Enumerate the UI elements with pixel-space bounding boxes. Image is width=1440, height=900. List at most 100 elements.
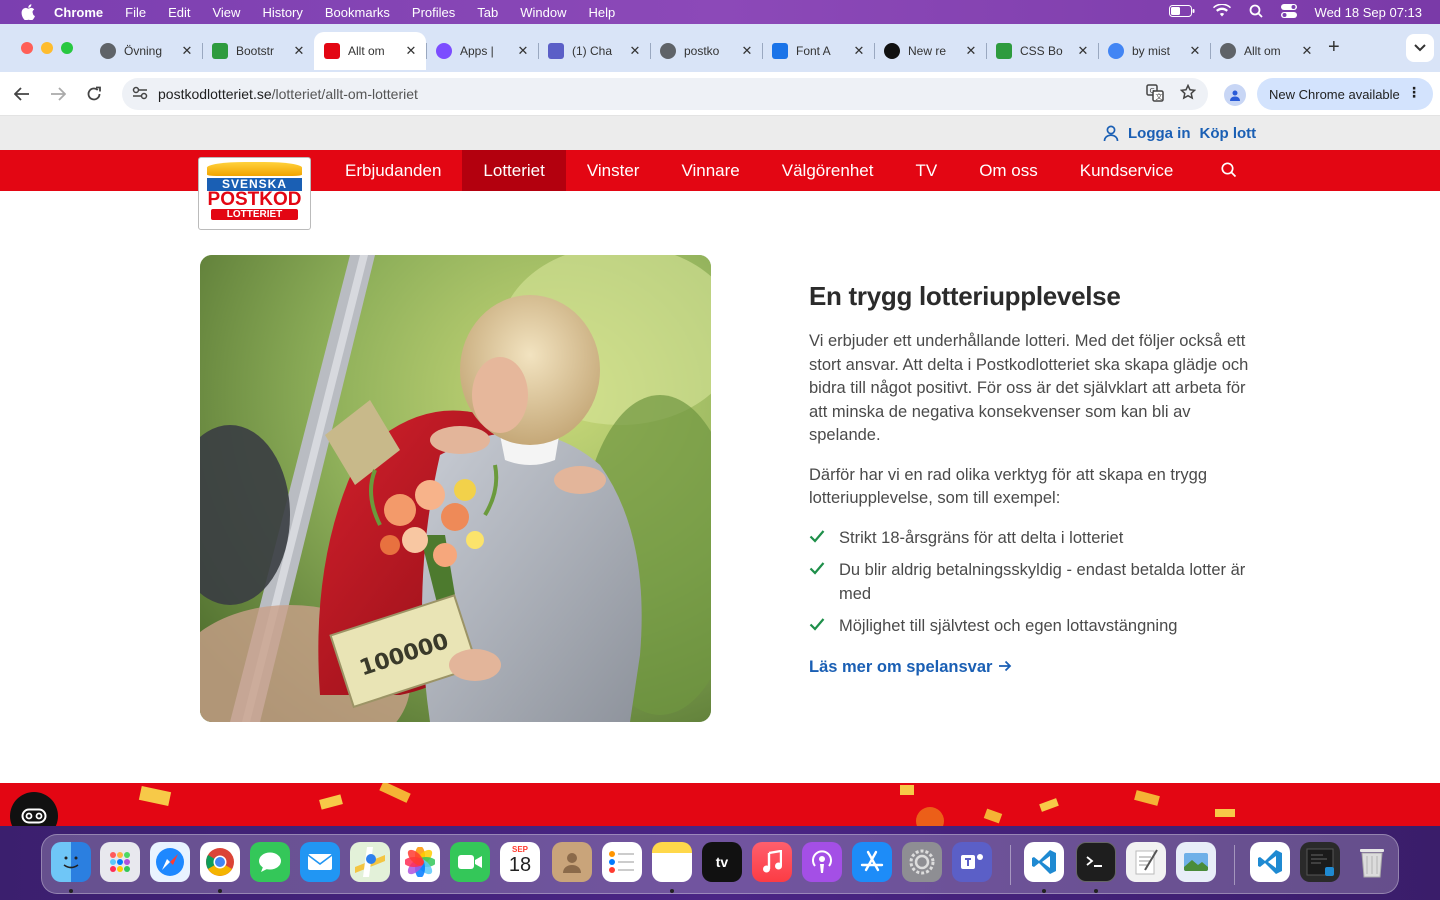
menu-history[interactable]: History: [262, 5, 302, 20]
apple-tv-icon[interactable]: tv: [702, 842, 742, 882]
reload-icon[interactable]: [82, 82, 106, 106]
browser-tab[interactable]: CSS Bo ✕: [986, 34, 1098, 68]
address-bar[interactable]: postkodlotteriet.se/lotteriet/allt-om-lo…: [122, 78, 1208, 110]
menu-help[interactable]: Help: [589, 5, 616, 20]
photos-icon[interactable]: [400, 842, 440, 882]
more-menu-icon[interactable]: ⋮: [1407, 84, 1421, 101]
menu-tab[interactable]: Tab: [477, 5, 498, 20]
close-tab-icon[interactable]: ✕: [852, 43, 866, 59]
globe-icon: [660, 43, 676, 59]
close-tab-icon[interactable]: ✕: [516, 43, 530, 59]
menu-profiles[interactable]: Profiles: [412, 5, 455, 20]
close-tab-icon[interactable]: ✕: [180, 43, 194, 59]
terminal-icon[interactable]: [1076, 842, 1116, 882]
minimize-window-button[interactable]: [41, 42, 53, 54]
close-window-button[interactable]: [21, 42, 33, 54]
chrome-window: Övning ✕ Bootstr ✕ Allt om ✕ Apps | ✕ (1) Cha ✕ po…: [0, 24, 1440, 826]
nav-link[interactable]: TV: [894, 150, 958, 191]
search-icon[interactable]: [1220, 161, 1238, 179]
launchpad-icon[interactable]: [100, 842, 140, 882]
music-icon[interactable]: [752, 842, 792, 882]
postkodlotteriet-logo[interactable]: SVENSKA POSTKOD LOTTERIET: [198, 157, 311, 230]
apple-menu-icon[interactable]: [20, 4, 36, 20]
vscode-document-icon[interactable]: [1250, 842, 1290, 882]
browser-tab[interactable]: Övning ✕: [90, 34, 202, 68]
browser-tab[interactable]: Font A ✕: [762, 34, 874, 68]
podcasts-icon[interactable]: [802, 842, 842, 882]
control-center-icon[interactable]: [1280, 3, 1297, 21]
close-tab-icon[interactable]: ✕: [964, 43, 978, 59]
site-info-icon[interactable]: [130, 86, 150, 103]
vscode-icon[interactable]: [1024, 842, 1064, 882]
browser-tab[interactable]: Allt om ✕: [1210, 34, 1322, 68]
nav-link[interactable]: Om oss: [958, 150, 1059, 191]
article-paragraph-2: Därför har vi en rad olika verktyg för a…: [809, 465, 1208, 508]
new-tab-button[interactable]: +: [1328, 36, 1340, 59]
menu-edit[interactable]: Edit: [168, 5, 190, 20]
close-tab-icon[interactable]: ✕: [292, 43, 306, 59]
browser-tab[interactable]: (1) Cha ✕: [538, 34, 650, 68]
preview-icon[interactable]: [1176, 842, 1216, 882]
menu-app-name[interactable]: Chrome: [54, 5, 103, 20]
contacts-icon[interactable]: [552, 842, 592, 882]
calendar-icon[interactable]: SEP 18: [500, 842, 540, 882]
article-content: En trygg lotteriupplevelse Vi erbjuder e…: [809, 281, 1249, 677]
textedit-icon[interactable]: [1126, 842, 1166, 882]
close-tab-icon[interactable]: ✕: [404, 43, 418, 59]
app-store-icon[interactable]: [852, 842, 892, 882]
browser-tab[interactable]: Bootstr ✕: [202, 34, 314, 68]
nav-link[interactable]: Kundservice: [1059, 150, 1195, 191]
close-tab-icon[interactable]: ✕: [740, 43, 754, 59]
maps-icon[interactable]: [350, 842, 390, 882]
menu-view[interactable]: View: [212, 5, 240, 20]
browser-tab[interactable]: postko ✕: [650, 34, 762, 68]
wifi-icon[interactable]: [1212, 3, 1231, 20]
safari-icon[interactable]: [150, 842, 190, 882]
nav-link[interactable]: Lotteriet: [462, 150, 566, 191]
close-tab-icon[interactable]: ✕: [628, 43, 642, 59]
main-navigation: SVENSKA POSTKOD LOTTERIET Erbjudanden Lot…: [0, 150, 1440, 230]
bookmark-star-icon[interactable]: [1179, 83, 1197, 106]
forward-arrow-icon[interactable]: [46, 82, 70, 106]
tab-search-chevron-icon[interactable]: [1406, 34, 1434, 62]
zoom-window-button[interactable]: [61, 42, 73, 54]
notes-icon[interactable]: [652, 842, 692, 882]
terminal-window-thumbnail-icon[interactable]: [1300, 842, 1340, 882]
url-text[interactable]: postkodlotteriet.se/lotteriet/allt-om-lo…: [158, 86, 418, 102]
microsoft-teams-icon[interactable]: [952, 842, 992, 882]
close-tab-icon[interactable]: ✕: [1076, 43, 1090, 59]
translate-icon[interactable]: G文: [1146, 84, 1164, 106]
nav-link[interactable]: Välgörenhet: [761, 150, 895, 191]
read-more-link[interactable]: Läs mer om spelansvar: [809, 658, 1012, 677]
login-link[interactable]: Logga in: [1128, 125, 1191, 142]
menu-bookmarks[interactable]: Bookmarks: [325, 5, 390, 20]
reminders-icon[interactable]: [602, 842, 642, 882]
browser-tab[interactable]: by mist ✕: [1098, 34, 1210, 68]
nav-link[interactable]: Vinnare: [660, 150, 760, 191]
finder-icon[interactable]: [51, 842, 91, 882]
browser-tab[interactable]: New re ✕: [874, 34, 986, 68]
tab-active[interactable]: Allt om ✕: [314, 32, 426, 70]
menu-file[interactable]: File: [125, 5, 146, 20]
nav-link[interactable]: Erbjudanden: [324, 150, 462, 191]
facetime-icon[interactable]: [450, 842, 490, 882]
back-arrow-icon[interactable]: [10, 82, 34, 106]
close-tab-icon[interactable]: ✕: [1300, 43, 1314, 59]
checklist-item-text: Möjlighet till självtest och egen lottav…: [839, 617, 1178, 635]
buy-ticket-link[interactable]: Köp lott: [1200, 125, 1257, 142]
messages-icon[interactable]: [250, 842, 290, 882]
menu-window[interactable]: Window: [520, 5, 566, 20]
close-tab-icon[interactable]: ✕: [1188, 43, 1202, 59]
person-icon[interactable]: [1102, 124, 1120, 142]
browser-tab[interactable]: Apps | ✕: [426, 34, 538, 68]
profile-avatar-icon[interactable]: [1224, 84, 1246, 106]
mail-icon[interactable]: [300, 842, 340, 882]
nav-link[interactable]: Vinster: [566, 150, 661, 191]
menubar-clock[interactable]: Wed 18 Sep 07:13: [1315, 5, 1422, 20]
system-settings-icon[interactable]: [902, 842, 942, 882]
chrome-icon[interactable]: [200, 842, 240, 882]
trash-icon[interactable]: [1352, 842, 1392, 882]
spotlight-search-icon[interactable]: [1249, 4, 1263, 21]
new-chrome-available-button[interactable]: New Chrome available ⋮: [1257, 78, 1433, 110]
battery-icon[interactable]: [1168, 4, 1195, 20]
